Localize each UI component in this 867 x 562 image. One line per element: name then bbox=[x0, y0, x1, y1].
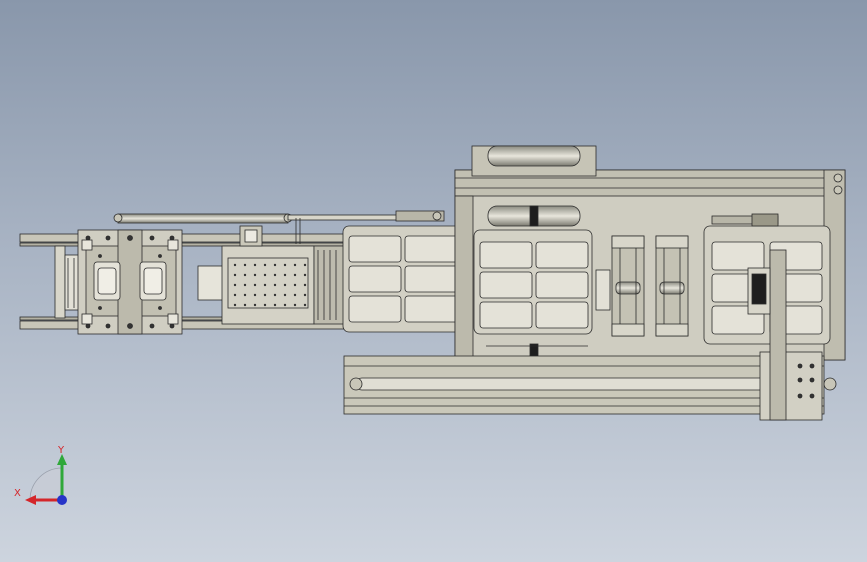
z-axis-dot bbox=[57, 495, 67, 505]
triad-plane bbox=[29, 467, 63, 501]
y-axis-label: Y bbox=[57, 445, 65, 456]
gripper-module bbox=[77, 229, 183, 335]
cad-viewport[interactable]: Y X bbox=[0, 0, 867, 562]
tray-1 bbox=[342, 225, 466, 333]
x-axis-label: X bbox=[14, 488, 21, 499]
tray-2 bbox=[473, 229, 593, 347]
coordinate-triad: Y X bbox=[14, 445, 67, 505]
machine-assembly[interactable] bbox=[19, 145, 846, 421]
